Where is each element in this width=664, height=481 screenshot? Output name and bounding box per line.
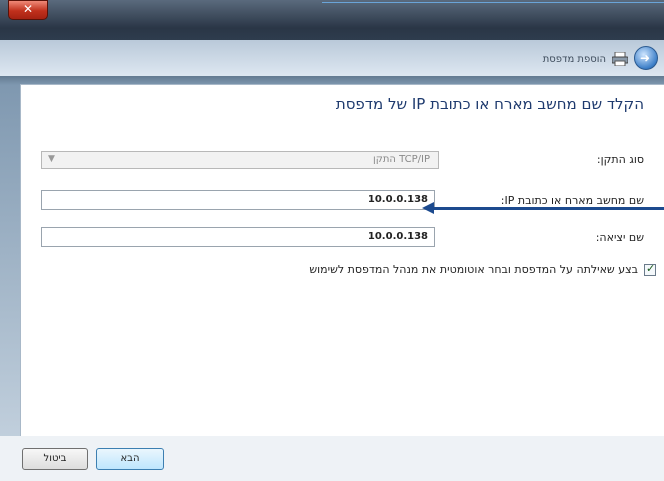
add-printer-window: ✕ ➜ הוספת מדפסת הקלד שם מחשב מארח או כתו… <box>0 0 664 481</box>
cancel-button[interactable]: ביטול <box>22 448 88 470</box>
close-button[interactable]: ✕ <box>8 0 48 20</box>
page-heading: הקלד שם מחשב מארח או כתובת IP של מדפסת <box>335 95 644 113</box>
port-name-label: שם יציאה: <box>595 231 644 244</box>
device-type-value: התקן TCP/IP <box>373 154 430 165</box>
query-printer-label: בצע שאילתה על המדפסת ובחר אוטומטית את מנ… <box>309 263 638 276</box>
device-type-label: סוג התקן: <box>596 153 644 166</box>
port-name-input[interactable]: 10.0.0.138 <box>41 227 435 247</box>
query-printer-checkbox[interactable]: ✓ <box>644 262 656 276</box>
hostname-value: 10.0.0.138 <box>367 194 428 205</box>
next-button[interactable]: הבא <box>96 448 164 470</box>
check-icon: ✓ <box>646 262 656 275</box>
hostname-input[interactable]: 10.0.0.138 <box>41 190 435 210</box>
wizard-content-panel: הקלד שם מחשב מארח או כתובת IP של מדפסת ס… <box>20 84 664 436</box>
window-title: הוספת מדפסת <box>542 54 606 65</box>
wizard-button-row: הבא ביטול <box>0 436 664 481</box>
annotation-arrow-line <box>432 207 664 210</box>
port-name-value: 10.0.0.138 <box>367 231 428 242</box>
close-icon: ✕ <box>22 2 34 16</box>
hostname-label: שם מחשב מארח או כתובת IP: <box>500 194 644 207</box>
annotation-arrow-head <box>422 202 434 214</box>
device-type-dropdown[interactable]: התקן TCP/IP ▼ <box>41 151 439 169</box>
back-button[interactable]: ➜ <box>634 46 658 70</box>
chevron-down-icon: ▼ <box>48 154 55 164</box>
printer-icon <box>612 52 628 66</box>
back-arrow-icon: ➜ <box>640 51 651 65</box>
wizard-nav-bar: ➜ הוספת מדפסת <box>0 40 664 76</box>
title-bar-accent <box>322 2 664 3</box>
